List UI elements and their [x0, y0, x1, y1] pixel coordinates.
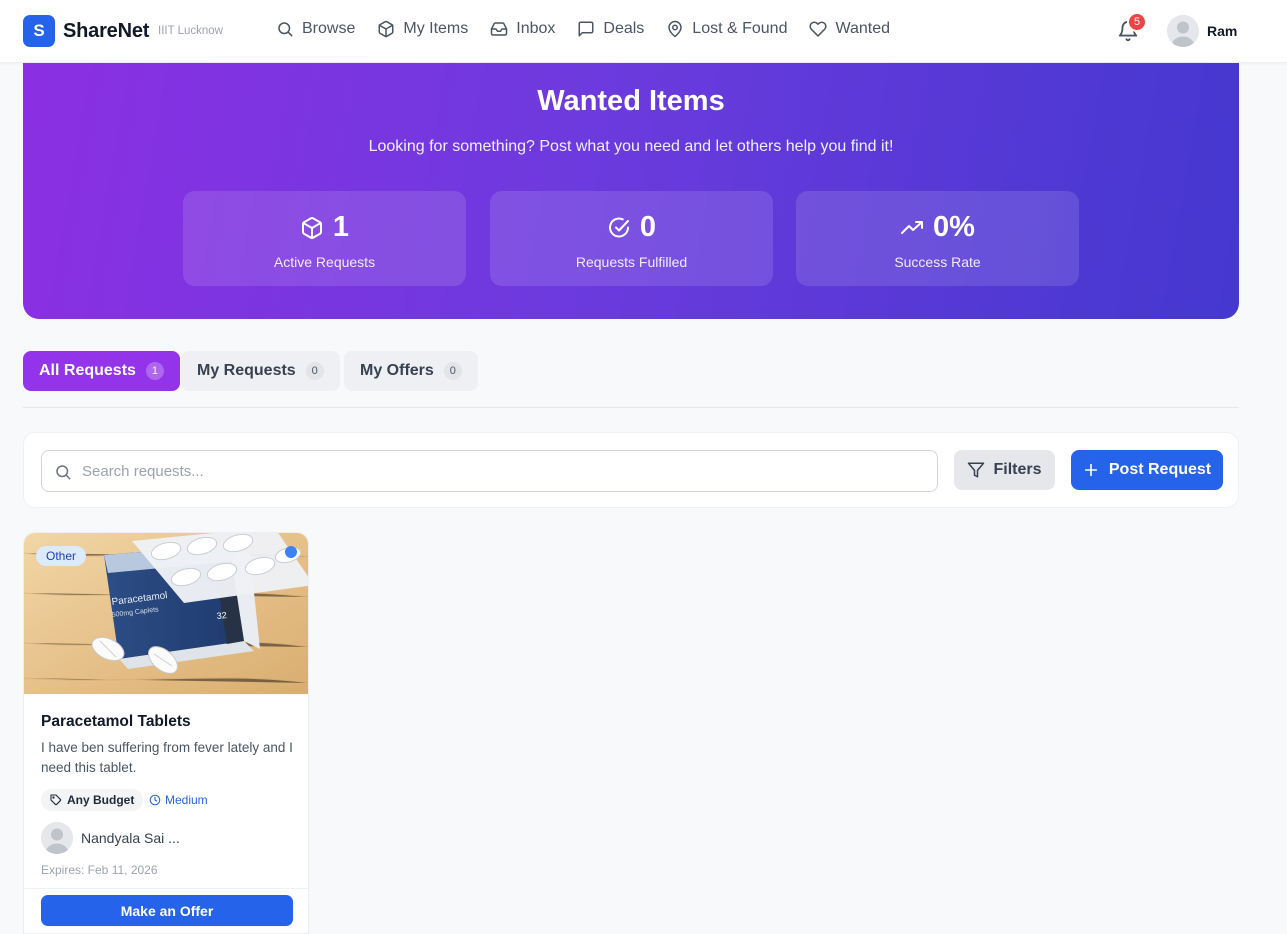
search-input[interactable]	[82, 451, 922, 491]
user-avatar[interactable]	[1167, 15, 1199, 47]
box-icon	[377, 20, 395, 38]
make-offer-button[interactable]: Make an Offer	[41, 895, 293, 926]
nav-browse[interactable]: Browse	[276, 20, 355, 38]
page-title: Wanted Items	[537, 85, 725, 117]
main-nav: Browse My Items Inbox Deals Lost & Found	[276, 20, 912, 38]
filter-icon	[967, 461, 985, 479]
box-icon	[300, 216, 324, 240]
hero-banner: Wanted Items Looking for something? Post…	[23, 63, 1239, 319]
map-pin-icon	[666, 20, 684, 38]
poster-name: Nandyala Sai ...	[81, 830, 180, 846]
stat-success-rate: 0% Success Rate	[796, 191, 1079, 286]
stat-value: 1	[332, 211, 350, 243]
request-description: I have ben suffering from fever lately a…	[41, 740, 293, 775]
tab-label: My Offers	[360, 362, 434, 379]
tab-count-badge: 0	[305, 362, 324, 380]
tab-all-requests[interactable]: All Requests 1	[23, 351, 180, 391]
inbox-icon	[490, 20, 508, 38]
stat-requests-fulfilled: 0 Requests Fulfilled	[490, 191, 773, 286]
expiry-date: Expires: Feb 11, 2026	[41, 863, 158, 877]
top-navigation-bar: S ShareNet IIIT Lucknow Browse My Items …	[0, 0, 1287, 63]
nav-browse-label: Browse	[302, 20, 356, 37]
nav-wanted[interactable]: Wanted	[809, 20, 890, 38]
plus-icon	[1083, 462, 1099, 478]
stat-label: Requests Fulfilled	[575, 254, 688, 270]
filters-button[interactable]: Filters	[954, 450, 1055, 490]
clock-icon	[149, 794, 161, 806]
trending-up-icon	[900, 216, 924, 240]
check-circle-icon	[607, 216, 631, 240]
card-divider	[24, 888, 308, 889]
stat-active-requests: 1 Active Requests	[183, 191, 466, 286]
urgency-label: Medium	[165, 793, 208, 807]
search-box	[41, 450, 938, 492]
nav-deals-label: Deals	[603, 20, 645, 37]
post-request-button[interactable]: Post Request	[1071, 450, 1223, 490]
nav-lost-found-label: Lost & Found	[692, 20, 788, 37]
tab-my-offers[interactable]: My Offers 0	[344, 351, 478, 391]
page-subtitle: Looking for something? Post what you nee…	[368, 138, 894, 155]
status-dot	[285, 546, 297, 558]
filters-label: Filters	[993, 461, 1042, 478]
stat-value: 0%	[933, 211, 975, 243]
stat-label: Success Rate	[894, 254, 981, 270]
nav-my-items[interactable]: My Items	[377, 20, 468, 38]
notification-count-badge: 5	[1127, 12, 1147, 32]
request-title[interactable]: Paracetamol Tablets	[41, 713, 191, 731]
campus-label: IIIT Lucknow	[158, 25, 223, 37]
tab-count-badge: 1	[145, 362, 164, 380]
nav-inbox-label: Inbox	[516, 20, 556, 37]
product-box-count: 32	[216, 610, 227, 621]
nav-inbox[interactable]: Inbox	[490, 20, 555, 38]
tab-label: All Requests	[39, 362, 136, 379]
urgency-tag: Medium	[149, 789, 208, 811]
nav-my-items-label: My Items	[403, 20, 469, 37]
tabs-divider	[23, 407, 1239, 408]
heart-icon	[809, 20, 828, 38]
brand-name[interactable]: ShareNet	[63, 20, 149, 43]
nav-lost-found[interactable]: Lost & Found	[666, 20, 787, 38]
user-name[interactable]: Ram	[1207, 23, 1237, 39]
tab-label: My Requests	[197, 362, 296, 379]
tab-my-requests[interactable]: My Requests 0	[181, 351, 340, 391]
tag-icon	[50, 794, 62, 806]
stat-label: Active Requests	[273, 254, 376, 270]
request-card[interactable]: Paracetamol 500mg Caplets 32 Other Parac…	[23, 532, 309, 934]
poster-avatar	[41, 822, 73, 854]
nav-deals[interactable]: Deals	[577, 20, 644, 38]
search-icon	[276, 20, 294, 38]
budget-label: Any Budget	[67, 793, 135, 807]
search-panel: Filters Post Request	[23, 432, 1239, 508]
nav-wanted-label: Wanted	[835, 20, 891, 37]
category-badge: Other	[36, 546, 87, 566]
stat-value: 0	[639, 211, 657, 243]
tab-count-badge: 0	[443, 362, 462, 380]
message-icon	[577, 20, 595, 38]
post-request-label: Post Request	[1108, 461, 1212, 478]
budget-tag: Any Budget	[41, 789, 144, 811]
app-logo[interactable]: S	[23, 15, 55, 47]
